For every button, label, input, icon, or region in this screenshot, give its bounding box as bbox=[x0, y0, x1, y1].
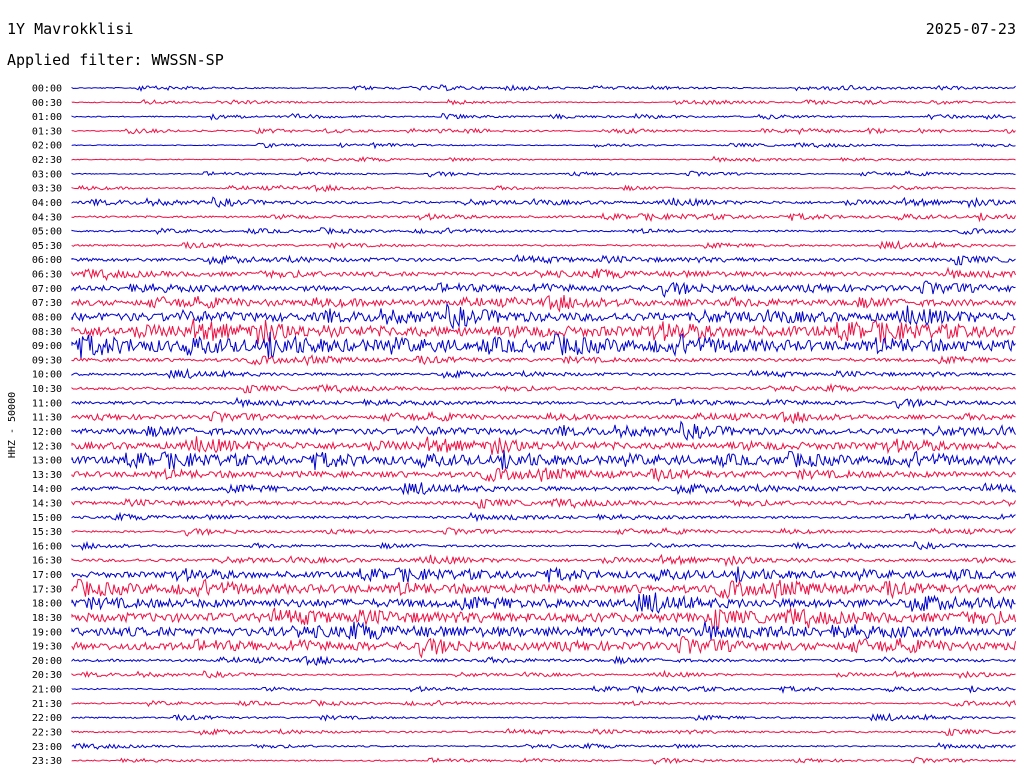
tick-label: 02:00 bbox=[32, 141, 62, 152]
tick-label: 23:30 bbox=[32, 756, 62, 767]
trace-line bbox=[71, 757, 1016, 765]
trace-line bbox=[71, 170, 1016, 178]
tick-label: 08:00 bbox=[32, 312, 62, 323]
tick-label: 22:30 bbox=[32, 727, 62, 738]
tick-label: 18:30 bbox=[32, 613, 62, 624]
tick-label: 10:30 bbox=[32, 384, 62, 395]
trace-line bbox=[71, 196, 1016, 209]
tick-label: 19:00 bbox=[32, 627, 62, 638]
tick-label: 07:00 bbox=[32, 284, 62, 295]
trace-line bbox=[71, 396, 1016, 410]
tick-label: 01:00 bbox=[32, 112, 62, 123]
trace-line bbox=[71, 742, 1016, 750]
trace-line bbox=[71, 112, 1016, 121]
tick-label: 12:30 bbox=[32, 441, 62, 452]
trace-line bbox=[71, 266, 1016, 282]
tick-label: 03:30 bbox=[32, 184, 62, 195]
trace-line bbox=[71, 155, 1016, 163]
trace-line bbox=[71, 98, 1016, 106]
tick-label: 21:30 bbox=[32, 699, 62, 710]
trace-line bbox=[71, 635, 1016, 659]
trace-line bbox=[71, 141, 1016, 150]
trace-line bbox=[71, 420, 1016, 442]
tick-label: 22:00 bbox=[32, 713, 62, 724]
trace-line bbox=[71, 318, 1016, 345]
tick-label: 04:30 bbox=[32, 212, 62, 223]
trace-line bbox=[71, 239, 1016, 250]
trace-line bbox=[71, 183, 1016, 193]
tick-label: 04:00 bbox=[32, 198, 62, 209]
helicorder-plot: 00:00 00:30 01:00 01:30 02:00 02:30 03:00 03:30… bbox=[7, 84, 1016, 768]
trace-line bbox=[71, 212, 1016, 223]
trace-line bbox=[71, 592, 1016, 614]
tick-label: 11:30 bbox=[32, 413, 62, 424]
trace-line bbox=[71, 621, 1016, 640]
tick-label: 16:00 bbox=[32, 541, 62, 552]
y-axis-label: HHZ - 50000 bbox=[7, 392, 18, 458]
trace-line bbox=[71, 526, 1016, 537]
trace-line bbox=[71, 655, 1016, 667]
trace-line bbox=[71, 294, 1016, 313]
trace-line bbox=[71, 606, 1016, 630]
tick-label: 17:00 bbox=[32, 570, 62, 581]
tick-label: 14:00 bbox=[32, 484, 62, 495]
tick-label: 01:30 bbox=[32, 126, 62, 137]
trace-line bbox=[71, 467, 1016, 483]
tick-label: 20:00 bbox=[32, 656, 62, 667]
trace-line bbox=[71, 354, 1016, 367]
tick-label: 17:30 bbox=[32, 584, 62, 595]
trace-line bbox=[71, 226, 1016, 236]
trace-line bbox=[71, 482, 1016, 496]
tick-label: 07:30 bbox=[32, 298, 62, 309]
tick-label: 10:00 bbox=[32, 370, 62, 381]
trace-line bbox=[71, 578, 1016, 600]
tick-label: 15:00 bbox=[32, 513, 62, 524]
tick-label: 19:30 bbox=[32, 642, 62, 653]
tick-label: 20:30 bbox=[32, 670, 62, 681]
tick-label: 13:00 bbox=[32, 456, 62, 467]
tick-label: 18:00 bbox=[32, 599, 62, 610]
trace-line bbox=[71, 254, 1016, 266]
trace-line bbox=[71, 280, 1016, 298]
tick-label: 09:00 bbox=[32, 341, 62, 352]
tick-label: 00:30 bbox=[32, 98, 62, 109]
tick-label: 16:30 bbox=[32, 556, 62, 567]
trace-line bbox=[71, 84, 1016, 93]
tick-label: 13:30 bbox=[32, 470, 62, 481]
trace-line bbox=[71, 669, 1016, 680]
tick-label: 05:00 bbox=[32, 227, 62, 238]
tick-label: 05:30 bbox=[32, 241, 62, 252]
trace-line bbox=[71, 566, 1016, 583]
trace-line bbox=[71, 367, 1016, 380]
trace-line bbox=[71, 685, 1016, 694]
tick-label: 02:30 bbox=[32, 155, 62, 166]
tick-label: 15:30 bbox=[32, 527, 62, 538]
tick-label: 08:30 bbox=[32, 327, 62, 338]
tick-label: 06:00 bbox=[32, 255, 62, 266]
tick-label: 12:00 bbox=[32, 427, 62, 438]
tick-label: 00:00 bbox=[32, 84, 62, 95]
trace-line bbox=[71, 450, 1016, 470]
trace-line bbox=[71, 712, 1016, 722]
trace-line bbox=[71, 553, 1016, 568]
tick-label: 14:30 bbox=[32, 498, 62, 509]
tick-label: 11:00 bbox=[32, 398, 62, 409]
time-tick-labels: 00:00 00:30 01:00 01:30 02:00 02:30 03:00 03:30… bbox=[32, 84, 62, 768]
tick-label: 23:00 bbox=[32, 742, 62, 753]
trace-line bbox=[71, 382, 1016, 394]
tick-label: 21:00 bbox=[32, 685, 62, 696]
trace-line bbox=[71, 436, 1016, 455]
trace-line bbox=[71, 727, 1016, 736]
trace-line bbox=[71, 540, 1016, 551]
tick-label: 09:30 bbox=[32, 355, 62, 366]
tick-label: 06:30 bbox=[32, 270, 62, 281]
trace-line bbox=[71, 410, 1016, 425]
seismic-traces bbox=[71, 84, 1016, 765]
tick-label: 03:00 bbox=[32, 169, 62, 180]
trace-line bbox=[71, 127, 1016, 136]
trace-line bbox=[71, 497, 1016, 510]
trace-line bbox=[71, 699, 1016, 708]
trace-line bbox=[71, 511, 1016, 523]
